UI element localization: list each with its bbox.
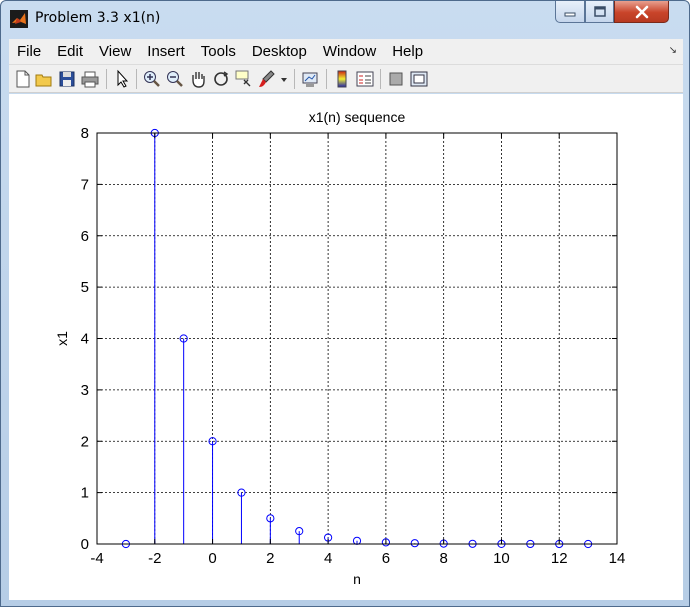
save-icon[interactable] [57,69,77,89]
hide-plot-tools-icon[interactable] [386,69,406,89]
link-plot-icon[interactable] [300,69,320,89]
window-title: Problem 3.3 x1(n) [35,10,161,26]
menu-tools[interactable]: Tools [193,39,244,65]
brush-dropdown-icon[interactable] [279,69,289,89]
close-button[interactable] [614,1,669,23]
menu-help[interactable]: Help [384,39,431,65]
zoom-out-icon[interactable] [165,69,185,89]
figure-toolbar [9,65,683,93]
open-file-icon[interactable] [34,69,54,89]
y-tick-label: 2 [81,433,89,450]
pan-hand-icon[interactable] [188,69,208,89]
x-tick-label: 6 [382,550,390,567]
brush-icon[interactable] [257,69,277,89]
chart-title: x1(n) sequence [309,109,406,125]
zoom-in-icon[interactable] [142,69,162,89]
y-tick-label: 4 [81,331,89,348]
new-figure-icon[interactable] [13,69,33,89]
y-tick-label: 0 [81,536,89,553]
stem-plot[interactable]: -4 -2 0 2 4 6 8 10 12 14012345678 x1(n) sequence … [9,94,683,600]
menu-window[interactable]: Window [315,39,384,65]
y-tick-label: 8 [81,125,89,142]
figure-canvas[interactable]: -4 -2 0 2 4 6 8 10 12 14 0 1 2 3 4 5 6 7 8 x1(n) sequence … [9,94,683,600]
print-icon[interactable] [80,69,100,89]
y-axis-label: x1 [54,331,70,346]
x-tick-label: 4 [324,550,332,567]
x-tick-label: 14 [609,550,626,567]
legend-icon[interactable] [355,69,375,89]
rotate-3d-icon[interactable] [211,69,231,89]
edit-plot-arrow-icon[interactable] [112,69,132,89]
x-tick-label: 2 [266,550,274,567]
menu-view[interactable]: View [91,39,139,65]
x-tick-label: 10 [493,550,510,567]
toolbar-separator [136,69,137,89]
show-plot-tools-icon[interactable] [409,69,429,89]
data-cursor-icon[interactable] [234,69,254,89]
toolbar-separator [326,69,327,89]
menu-bar: File Edit View Insert Tools Desktop Wind… [9,39,683,65]
x-tick-label: 0 [208,550,216,567]
toolbar-separator [106,69,107,89]
minimize-icon [564,12,576,16]
matlab-logo-icon [10,10,28,28]
maximize-icon [593,5,606,17]
x-tick-label: -4 [90,550,103,567]
menu-insert[interactable]: Insert [139,39,193,65]
colorbar-icon[interactable] [332,69,352,89]
y-tick-label: 1 [81,485,89,502]
x-tick-label: 12 [551,550,568,567]
y-tick-label: 3 [81,382,89,399]
y-tick-label: 6 [81,228,89,245]
x-tick-label: 8 [439,550,447,567]
menu-file[interactable]: File [9,39,49,65]
y-tick-label: 5 [81,279,89,296]
menu-edit[interactable]: Edit [49,39,91,65]
maximize-button[interactable] [585,1,614,23]
x-axis-label: n [353,571,361,587]
title-bar[interactable]: Problem 3.3 x1(n) [1,1,689,35]
toolbar-separator [380,69,381,89]
minimize-button[interactable] [555,1,585,23]
y-tick-label: 7 [81,176,89,193]
toolbar-separator [294,69,295,89]
x-tick-label: -2 [148,550,161,567]
menu-desktop[interactable]: Desktop [244,39,315,65]
close-icon [635,5,648,18]
menu-dock-arrow-icon[interactable]: ↘ [669,45,677,56]
figure-window: Problem 3.3 x1(n) File Edit View Insert … [0,0,690,607]
